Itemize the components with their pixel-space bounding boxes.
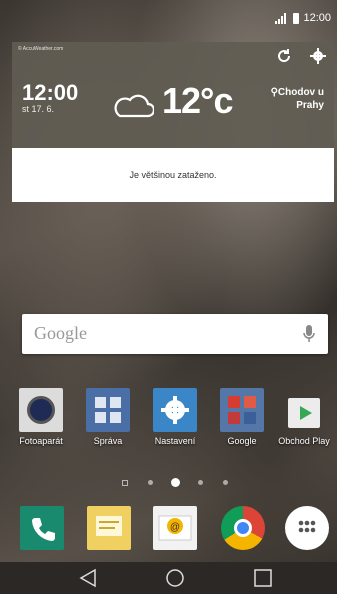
app-management[interactable]: Správa [75,388,141,446]
home-page-dot[interactable] [122,480,128,486]
page-dot-active[interactable] [171,478,180,487]
location: ⚲Chodov u Prahy [244,86,324,112]
weather-source: © AccuWeather.com [18,46,64,52]
app-label: Fotoaparát [19,436,63,446]
management-icon [86,388,130,432]
page-dot[interactable] [223,480,228,485]
google-logo: Google [34,323,87,343]
app-label: Google [227,436,257,446]
signal-icon [275,12,287,24]
cloud-icon [114,94,154,118]
app-label: Nastavení [154,436,196,446]
weather-condition-panel[interactable]: Je většinou zataženo. [12,148,334,202]
app-google-folder[interactable]: Google [209,388,275,446]
app-settings[interactable]: Nastavení [142,388,208,446]
google-search-bar[interactable]: Google [22,314,328,354]
app-label: Obchod Play [278,436,330,446]
page-dot[interactable] [198,480,203,485]
email-icon[interactable]: @ [153,506,197,550]
camera-icon [19,388,63,432]
status-clock: 12:00 [303,12,331,24]
navigation-bar [0,562,337,594]
app-row: Fotoaparát Správa Nastavení Google Obcho… [0,388,337,458]
location-pin-icon: ⚲ [270,87,278,98]
status-icons: 12:00 [275,12,331,24]
recents-icon[interactable] [252,568,274,588]
home-icon[interactable] [164,568,186,588]
page-indicator [120,476,230,488]
play-store-icon [282,388,326,432]
settings-icon [153,388,197,432]
phone-icon[interactable] [20,506,64,550]
google-folder-icon [220,388,264,432]
weather-condition: Je většinou zataženo. [129,170,217,180]
chrome-icon[interactable] [221,506,265,550]
app-camera[interactable]: Fotoaparát [8,388,74,446]
messages-icon[interactable] [87,506,131,550]
weather-widget[interactable]: © AccuWeather.com 12:00 st 17. 6. 12°c ⚲… [12,42,334,148]
widget-date: st 17. 6. [22,104,55,114]
app-label: Správa [93,436,123,446]
widget-time: 12:00 [22,80,79,105]
status-bar: 12:00 [0,0,337,36]
gear-icon[interactable] [310,48,326,64]
refresh-icon[interactable] [276,48,292,64]
temperature: 12°c [162,80,233,121]
app-play-store[interactable]: Obchod Play [271,388,337,446]
dock: @ [0,506,337,556]
page-dot[interactable] [148,480,153,485]
back-icon[interactable] [78,568,100,588]
location-name: Chodov u Prahy [277,87,324,111]
svg-text:@: @ [170,522,180,533]
app-drawer-icon[interactable] [285,506,329,550]
mic-icon[interactable] [302,324,316,344]
battery-icon [293,12,300,24]
